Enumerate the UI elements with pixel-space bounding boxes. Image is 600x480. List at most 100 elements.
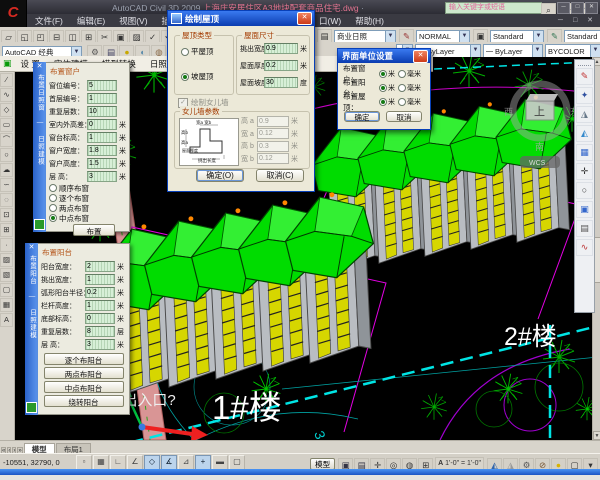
radio-option[interactable]: 坡屋顶 xyxy=(181,71,233,82)
block-grid-icon[interactable]: ▦ xyxy=(576,144,593,161)
revcloud-icon[interactable]: ☁ xyxy=(0,163,13,177)
radio-icon[interactable] xyxy=(379,98,387,106)
pyramid-icon[interactable]: ◮ xyxy=(576,106,593,123)
grid-toggle[interactable]: ▦ xyxy=(93,455,109,470)
field-value[interactable]: 10 xyxy=(87,106,117,117)
qp-toggle[interactable]: ▢ xyxy=(229,455,245,470)
panel-button[interactable]: 中点布阳台 xyxy=(44,381,124,393)
field-value[interactable]: 1 xyxy=(87,132,117,143)
cancel-button[interactable]: 取消(C) xyxy=(256,169,304,182)
osnap-toggle[interactable]: ◇ xyxy=(144,455,160,470)
region-tool-icon[interactable]: ▣ xyxy=(576,201,593,218)
radio-icon[interactable] xyxy=(379,70,387,78)
cancel-button[interactable]: 取消 xyxy=(386,111,422,122)
otrack-toggle[interactable]: ∡ xyxy=(161,455,177,470)
radio-icon[interactable] xyxy=(398,84,406,92)
radio-icon[interactable] xyxy=(398,98,406,106)
plot-style-combo[interactable]: BYCOLOR▼ xyxy=(545,44,600,58)
hatch-icon[interactable]: ▨ xyxy=(0,253,13,267)
scroll-down-icon[interactable]: ▼ xyxy=(593,431,600,440)
place-button[interactable]: 布置 xyxy=(73,224,115,236)
ducs-toggle[interactable]: ⊿ xyxy=(178,455,194,470)
field-value[interactable]: 3 xyxy=(87,171,117,182)
field-value[interactable]: 0.9 xyxy=(264,43,298,54)
gradient-icon[interactable]: ▧ xyxy=(0,268,13,282)
rectangle-icon[interactable]: ▭ xyxy=(0,118,13,132)
spline-icon[interactable]: ∽ xyxy=(0,178,13,192)
circle-icon[interactable]: ○ xyxy=(0,148,13,162)
field-value[interactable]: 0 xyxy=(85,313,115,324)
field-value[interactable]: 0.2 xyxy=(264,60,298,71)
radio-option[interactable]: 中点布窗 xyxy=(49,213,126,223)
menu-item[interactable]: 口(W) xyxy=(312,14,348,27)
radio-icon[interactable] xyxy=(49,214,57,222)
menu-item[interactable]: 文件(F) xyxy=(28,14,70,27)
ok-button[interactable]: 确定 xyxy=(344,111,380,122)
text-icon[interactable]: A xyxy=(0,313,13,327)
point-icon[interactable]: · xyxy=(0,238,13,252)
close-icon[interactable]: ✕ xyxy=(413,50,428,63)
field-value[interactable]: 1 xyxy=(85,274,115,285)
sketch-icon[interactable]: ✎ xyxy=(576,68,593,85)
radio-icon[interactable] xyxy=(379,84,387,92)
panel-button[interactable]: 绕转阳台 xyxy=(44,395,124,407)
maximize-button[interactable]: □ xyxy=(571,2,584,14)
lineweight-combo[interactable]: —ByLayer▼ xyxy=(483,44,543,58)
building-1[interactable] xyxy=(98,192,374,395)
field-value[interactable]: 0.3 xyxy=(257,141,289,152)
polar-toggle[interactable]: ∠ xyxy=(127,455,143,470)
polyline-icon[interactable]: ∿ xyxy=(0,88,13,102)
xline-icon[interactable]: ∕ xyxy=(0,73,13,87)
radio-option[interactable]: 两点布窗 xyxy=(49,203,126,213)
field-value[interactable]: 1 xyxy=(87,93,117,104)
field-value[interactable]: 0.9 xyxy=(257,116,289,127)
menu-item[interactable]: 视图(V) xyxy=(112,14,154,27)
mdi-window-controls[interactable]: ─ □ ✕ xyxy=(558,16,597,24)
field-value[interactable]: 0 xyxy=(87,119,117,130)
radio-icon[interactable] xyxy=(49,194,57,202)
close-icon[interactable]: ✕ xyxy=(29,243,35,253)
field-value[interactable]: 2 xyxy=(85,261,115,272)
radio-icon[interactable] xyxy=(181,48,189,56)
field-value[interactable]: 5 xyxy=(87,80,117,91)
circle-tool-icon[interactable]: ○ xyxy=(576,182,593,199)
field-value[interactable]: 0.12 xyxy=(257,153,289,164)
ellipse-icon[interactable]: ◌ xyxy=(0,193,13,207)
panel-button[interactable]: 两点布阳台 xyxy=(44,367,124,379)
section-icon[interactable]: ∿ xyxy=(576,239,593,256)
dyn-toggle[interactable]: + xyxy=(195,455,211,470)
modify-icon[interactable]: ✦ xyxy=(576,87,593,104)
ortho-toggle[interactable]: ∟ xyxy=(110,455,126,470)
field-value[interactable]: 8 xyxy=(85,326,115,337)
snap-toggle[interactable]: ▫ xyxy=(76,455,92,470)
panel-title-strip[interactable]: ✕ 布置日照窗 — 日照建模 xyxy=(33,62,46,232)
minimize-button[interactable]: ─ xyxy=(557,2,570,14)
panel-title-strip[interactable]: ✕ 布置阳台 — 日照建模 xyxy=(25,243,38,415)
radio-option[interactable]: 逐个布窗 xyxy=(49,193,126,203)
field-value[interactable]: 3 xyxy=(85,339,115,350)
sheet-icon[interactable]: ▤ xyxy=(576,220,593,237)
region-icon[interactable]: ▢ xyxy=(0,283,13,297)
move-icon[interactable]: ✛ xyxy=(576,163,593,180)
radio-option[interactable]: 平屋顶 xyxy=(181,46,233,57)
radio-icon[interactable] xyxy=(181,73,189,81)
panel-button[interactable]: 逐个布阳台 xyxy=(44,353,124,365)
insert-block-icon[interactable]: ⊡ xyxy=(0,208,13,222)
dialog-title-bar[interactable]: 界面单位设置 ✕ xyxy=(338,49,430,63)
radio-option[interactable]: 顺序布窗 xyxy=(49,183,126,193)
field-value[interactable]: 1.5 xyxy=(87,158,117,169)
field-value[interactable]: 1 xyxy=(85,300,115,311)
close-button[interactable]: ✕ xyxy=(585,2,598,14)
ok-button[interactable]: 确定(O) xyxy=(196,169,244,182)
menu-item[interactable]: 帮助(H) xyxy=(348,14,391,27)
infocenter-search-input[interactable]: 输入关键字或短语 xyxy=(445,2,542,14)
polygon-icon[interactable]: ◇ xyxy=(0,103,13,117)
toolbar-grip[interactable] xyxy=(578,61,591,66)
make-block-icon[interactable]: ⊞ xyxy=(0,223,13,237)
radio-icon[interactable] xyxy=(49,204,57,212)
table-icon[interactable]: ▦ xyxy=(0,298,13,312)
lwt-toggle[interactable]: ▬ xyxy=(212,455,228,470)
radio-icon[interactable] xyxy=(398,70,406,78)
cone-icon[interactable]: ◭ xyxy=(576,125,593,142)
field-value[interactable]: 1.8 xyxy=(87,145,117,156)
